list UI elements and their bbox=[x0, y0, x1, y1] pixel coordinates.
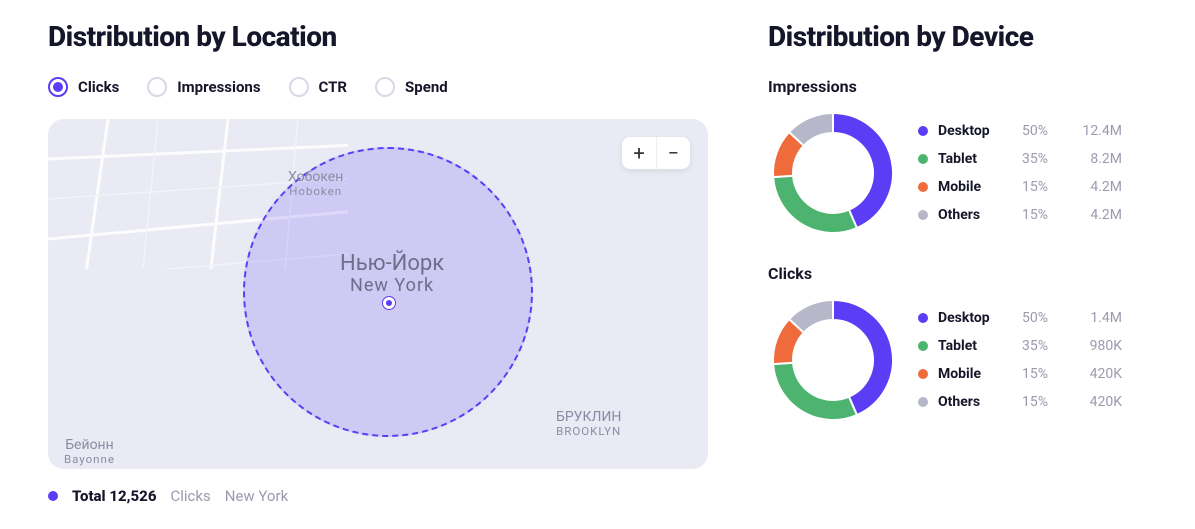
legend-swatch-icon bbox=[918, 369, 928, 379]
device-block-clicks: Clicks Desktop 50% 1.4M Tablet 35% 980K Mobile 1… bbox=[768, 264, 1147, 425]
donut-chart bbox=[768, 295, 898, 425]
summary-metric: Clicks bbox=[170, 487, 210, 505]
map-label-brooklyn: БРУКЛИН BROOKLYN bbox=[556, 409, 621, 438]
device-legend: Desktop 50% 1.4M Tablet 35% 980K Mobile 15% 420K… bbox=[918, 310, 1147, 410]
legend-swatch-icon bbox=[918, 397, 928, 407]
map-zoom-control: + − bbox=[622, 137, 690, 169]
legend-item: Desktop 50% 1.4M bbox=[918, 310, 1147, 326]
metric-tabs: Clicks Impressions CTR Spend bbox=[48, 77, 708, 97]
tab-label: Spend bbox=[405, 78, 448, 96]
legend-pct: 50% bbox=[1022, 310, 1066, 326]
legend-name: Desktop bbox=[938, 310, 1012, 326]
legend-swatch-icon bbox=[918, 126, 928, 136]
legend-pct: 35% bbox=[1022, 151, 1066, 167]
legend-swatch-icon bbox=[918, 313, 928, 323]
legend-value: 4.2M bbox=[1076, 179, 1122, 195]
legend-swatch-icon bbox=[918, 154, 928, 164]
legend-swatch-icon bbox=[918, 341, 928, 351]
tab-impressions[interactable]: Impressions bbox=[147, 77, 260, 97]
device-row: Desktop 50% 1.4M Tablet 35% 980K Mobile 15% 420K… bbox=[768, 295, 1147, 425]
location-map[interactable]: Нью-Йорк New York Хобокен Hoboken БРУКЛИ… bbox=[48, 119, 708, 469]
legend-item: Mobile 15% 420K bbox=[918, 366, 1147, 382]
tab-ctr[interactable]: CTR bbox=[289, 77, 348, 97]
legend-value: 12.4M bbox=[1076, 123, 1122, 139]
map-label-bayonne: Бейонн Bayonne bbox=[64, 437, 115, 466]
zoom-out-button[interactable]: − bbox=[656, 137, 690, 169]
legend-pct: 50% bbox=[1022, 123, 1066, 139]
tab-clicks[interactable]: Clicks bbox=[48, 77, 119, 97]
legend-item: Desktop 50% 12.4M bbox=[918, 123, 1147, 139]
radio-icon bbox=[375, 77, 395, 97]
legend-value: 980K bbox=[1076, 338, 1122, 354]
legend-pct: 15% bbox=[1022, 394, 1066, 410]
tab-spend[interactable]: Spend bbox=[375, 77, 448, 97]
legend-name: Mobile bbox=[938, 179, 1012, 195]
legend-pct: 15% bbox=[1022, 366, 1066, 382]
map-pin-icon bbox=[383, 297, 395, 309]
device-legend: Desktop 50% 12.4M Tablet 35% 8.2M Mobile 15% 4.2… bbox=[918, 123, 1147, 223]
legend-item: Others 15% 4.2M bbox=[918, 207, 1147, 223]
legend-value: 8.2M bbox=[1076, 151, 1122, 167]
legend-item: Mobile 15% 4.2M bbox=[918, 179, 1147, 195]
location-title: Distribution by Location bbox=[48, 20, 708, 53]
radio-icon bbox=[289, 77, 309, 97]
legend-name: Tablet bbox=[938, 338, 1012, 354]
legend-name: Mobile bbox=[938, 366, 1012, 382]
legend-value: 420K bbox=[1076, 366, 1122, 382]
legend-swatch-icon bbox=[918, 182, 928, 192]
device-section-title: Impressions bbox=[768, 77, 1147, 96]
zoom-in-button[interactable]: + bbox=[622, 137, 656, 169]
legend-name: Others bbox=[938, 207, 1012, 223]
legend-name: Tablet bbox=[938, 151, 1012, 167]
tab-label: Clicks bbox=[78, 78, 119, 96]
radio-icon bbox=[147, 77, 167, 97]
legend-item: Tablet 35% 8.2M bbox=[918, 151, 1147, 167]
device-block-impressions: Impressions Desktop 50% 12.4M Tablet 35% 8.2M M… bbox=[768, 77, 1147, 238]
summary-place: New York bbox=[225, 487, 288, 505]
tab-label: CTR bbox=[319, 78, 348, 96]
map-label-newyork: Нью-Йорк New York bbox=[340, 251, 444, 297]
donut-chart bbox=[768, 108, 898, 238]
tab-label: Impressions bbox=[177, 78, 260, 96]
legend-value: 4.2M bbox=[1076, 207, 1122, 223]
device-panel: Distribution by Device Impressions Deskto… bbox=[768, 20, 1147, 505]
legend-value: 1.4M bbox=[1076, 310, 1122, 326]
location-summary: Total 12,526 Clicks New York bbox=[48, 487, 708, 505]
legend-swatch-icon bbox=[918, 210, 928, 220]
legend-pct: 35% bbox=[1022, 338, 1066, 354]
legend-pct: 15% bbox=[1022, 207, 1066, 223]
device-title: Distribution by Device bbox=[768, 20, 1147, 53]
legend-item: Others 15% 420K bbox=[918, 394, 1147, 410]
location-panel: Distribution by Location Clicks Impressi… bbox=[48, 20, 708, 505]
device-section-title: Clicks bbox=[768, 264, 1147, 283]
map-label-hoboken: Хобокен Hoboken bbox=[288, 169, 343, 198]
legend-item: Tablet 35% 980K bbox=[918, 338, 1147, 354]
radio-icon bbox=[48, 77, 68, 97]
summary-dot-icon bbox=[48, 491, 58, 501]
legend-name: Others bbox=[938, 394, 1012, 410]
legend-pct: 15% bbox=[1022, 179, 1066, 195]
summary-total: Total 12,526 bbox=[72, 487, 156, 505]
legend-name: Desktop bbox=[938, 123, 1012, 139]
device-row: Desktop 50% 12.4M Tablet 35% 8.2M Mobile 15% 4.2… bbox=[768, 108, 1147, 238]
legend-value: 420K bbox=[1076, 394, 1122, 410]
